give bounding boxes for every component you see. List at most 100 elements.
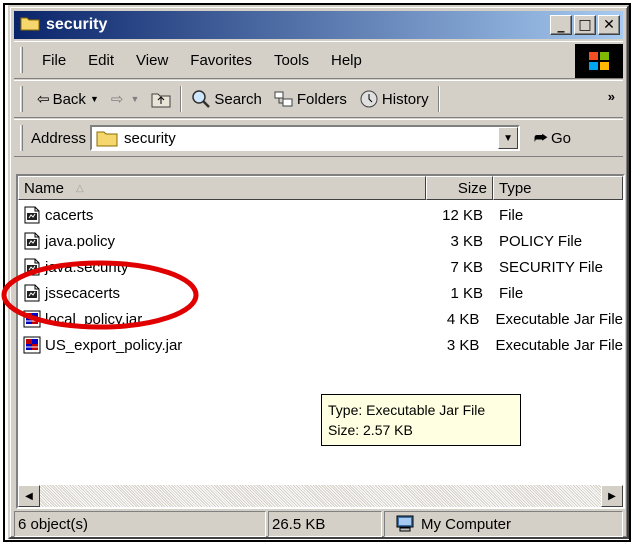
explorer-window: security _ □ ✕ File Edit View Favorites … bbox=[8, 5, 629, 539]
table-row[interactable]: US_export_policy.jar 3 KB Executable Jar… bbox=[18, 332, 623, 358]
file-name: java.security bbox=[45, 258, 129, 276]
file-list[interactable]: Name △ Size Type cacerts 12 KB File java… bbox=[16, 174, 625, 509]
folder-icon bbox=[96, 131, 118, 147]
table-row[interactable]: cacerts 12 KB File bbox=[18, 202, 623, 228]
address-input[interactable]: security ▼ bbox=[90, 125, 521, 151]
scroll-track[interactable] bbox=[40, 485, 601, 507]
file-type: Executable Jar File bbox=[495, 310, 623, 328]
column-headers: Name △ Size Type bbox=[18, 176, 623, 200]
jar-file-icon bbox=[23, 336, 41, 354]
go-arrow-icon: ⮫ bbox=[534, 129, 548, 147]
file-size: 4 KB bbox=[446, 310, 480, 328]
file-type: File bbox=[499, 206, 524, 224]
table-row[interactable]: java.policy 3 KB POLICY File bbox=[18, 228, 623, 254]
address-bar: Address security ▼ ⮫ Go bbox=[14, 119, 623, 157]
file-rows: cacerts 12 KB File java.policy 3 KB POLI… bbox=[18, 202, 623, 358]
column-header-size[interactable]: Size bbox=[426, 176, 493, 200]
up-folder-button[interactable] bbox=[145, 84, 177, 114]
standard-toolbar: ⇦ Back ▼ ⇨ ▼ Search Folders History » bbox=[14, 80, 623, 118]
file-type: POLICY File bbox=[499, 232, 583, 250]
maximize-button[interactable]: □ bbox=[574, 15, 596, 35]
title-bar[interactable]: security _ □ ✕ bbox=[14, 11, 623, 39]
minimize-button[interactable]: _ bbox=[550, 15, 572, 35]
toolbar-separator bbox=[180, 86, 183, 112]
file-size: 12 KB bbox=[442, 206, 483, 224]
windows-logo-icon bbox=[575, 44, 623, 78]
address-dropdown-button[interactable]: ▼ bbox=[498, 127, 519, 149]
status-total-size: 26.5 KB bbox=[268, 511, 382, 537]
file-size: 3 KB bbox=[446, 336, 480, 354]
window-controls: _ □ ✕ bbox=[550, 15, 620, 35]
menu-view[interactable]: View bbox=[125, 52, 179, 69]
folders-icon bbox=[274, 91, 293, 107]
menu-edit[interactable]: Edit bbox=[77, 52, 125, 69]
file-size: 7 KB bbox=[450, 258, 483, 276]
search-label: Search bbox=[214, 90, 262, 108]
table-row[interactable]: java.security 7 KB SECURITY File bbox=[18, 254, 623, 280]
file-name: local_policy.jar bbox=[45, 310, 143, 328]
folders-button[interactable]: Folders bbox=[268, 84, 353, 114]
go-label: Go bbox=[551, 129, 572, 147]
generic-file-icon bbox=[23, 258, 41, 276]
history-icon bbox=[360, 90, 378, 108]
folders-label: Folders bbox=[296, 90, 347, 108]
sort-ascending-icon: △ bbox=[76, 182, 84, 194]
status-bar: 6 object(s) 26.5 KB My Computer bbox=[14, 511, 623, 537]
status-location: My Computer bbox=[384, 511, 623, 537]
horizontal-scrollbar[interactable]: ◀ ▶ bbox=[18, 485, 623, 507]
jar-file-icon bbox=[23, 310, 41, 328]
back-dropdown-icon[interactable]: ▼ bbox=[90, 94, 99, 104]
column-header-type[interactable]: Type bbox=[493, 176, 623, 200]
file-name: US_export_policy.jar bbox=[45, 336, 183, 354]
toolbar-grip[interactable] bbox=[20, 86, 23, 112]
up-folder-icon bbox=[151, 93, 171, 108]
table-row[interactable]: local_policy.jar 4 KB Executable Jar Fil… bbox=[18, 306, 623, 332]
file-size: 1 KB bbox=[450, 284, 483, 302]
toolbar-overflow-icon[interactable]: » bbox=[608, 89, 615, 104]
address-label: Address bbox=[31, 129, 87, 147]
folder-icon bbox=[20, 15, 40, 36]
file-type: SECURITY File bbox=[499, 258, 603, 276]
address-value: security bbox=[124, 129, 176, 147]
file-name: jssecacerts bbox=[45, 284, 121, 302]
generic-file-icon bbox=[23, 284, 41, 302]
file-type: File bbox=[499, 284, 524, 302]
column-header-name[interactable]: Name △ bbox=[18, 176, 426, 200]
history-label: History bbox=[381, 90, 429, 108]
scroll-right-button[interactable]: ▶ bbox=[601, 485, 623, 507]
back-label: Back bbox=[52, 90, 86, 108]
history-button[interactable]: History bbox=[353, 84, 435, 114]
file-name: java.policy bbox=[45, 232, 116, 250]
file-size: 3 KB bbox=[450, 232, 483, 250]
generic-file-icon bbox=[23, 232, 41, 250]
menu-tools[interactable]: Tools bbox=[263, 52, 320, 69]
menu-help[interactable]: Help bbox=[320, 52, 373, 69]
menu-file[interactable]: File bbox=[31, 52, 77, 69]
column-size-label: Size bbox=[457, 179, 487, 197]
forward-arrow-icon: ⇨ bbox=[110, 90, 124, 108]
scroll-left-button[interactable]: ◀ bbox=[18, 485, 40, 507]
file-type: Executable Jar File bbox=[495, 336, 623, 354]
menu-bar: File Edit View Favorites Tools Help bbox=[14, 41, 623, 79]
address-grip[interactable] bbox=[20, 125, 23, 151]
forward-button[interactable]: ⇨ ▼ bbox=[105, 84, 146, 114]
forward-dropdown-icon[interactable]: ▼ bbox=[130, 94, 139, 104]
column-name-label: Name bbox=[24, 179, 65, 197]
menu-grip[interactable] bbox=[20, 47, 23, 73]
search-icon bbox=[192, 90, 211, 108]
my-computer-icon bbox=[396, 515, 414, 532]
back-arrow-icon: ⇦ bbox=[37, 90, 50, 108]
tooltip-size: Size: 2.57 KB bbox=[328, 422, 413, 438]
status-object-count: 6 object(s) bbox=[14, 511, 266, 537]
tooltip-type: Type: Executable Jar File bbox=[328, 402, 486, 418]
go-button[interactable]: ⮫ Go bbox=[534, 130, 571, 147]
search-button[interactable]: Search bbox=[185, 84, 268, 114]
toolbar-separator-2 bbox=[437, 86, 440, 112]
table-row[interactable]: jssecacerts 1 KB File bbox=[18, 280, 623, 306]
menu-favorites[interactable]: Favorites bbox=[179, 52, 263, 69]
column-type-label: Type bbox=[499, 179, 532, 197]
close-button[interactable]: ✕ bbox=[598, 15, 620, 35]
back-button[interactable]: ⇦ Back ▼ bbox=[31, 84, 105, 114]
generic-file-icon bbox=[23, 206, 41, 224]
window-title: security bbox=[46, 16, 108, 33]
